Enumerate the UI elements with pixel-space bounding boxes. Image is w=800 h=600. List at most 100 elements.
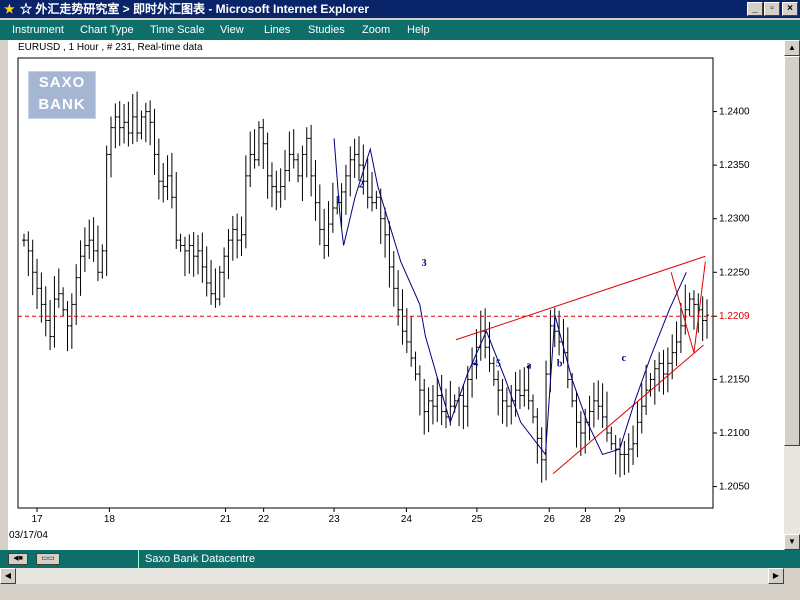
candlestick: [609, 426, 614, 451]
close-button[interactable]: ×: [782, 2, 798, 16]
candlestick: [209, 260, 214, 305]
candlestick: [152, 108, 157, 175]
candlestick: [404, 308, 409, 354]
candlestick: [113, 103, 118, 149]
candlestick: [256, 121, 261, 167]
candlestick: [639, 383, 644, 434]
scroll-thumb[interactable]: [784, 56, 800, 446]
trendline: [670, 272, 695, 353]
candlestick: [417, 365, 422, 416]
candlestick: [87, 219, 92, 259]
candlestick: [317, 184, 322, 246]
candlestick: [165, 155, 170, 201]
candlestick: [517, 369, 522, 409]
menu-view[interactable]: View: [220, 24, 244, 36]
y-tick-label: 1.2350: [719, 160, 750, 171]
candlestick: [178, 233, 183, 252]
menu-lines[interactable]: Lines: [264, 24, 290, 36]
candlestick: [117, 101, 122, 146]
y-tick-label: 1.2150: [719, 374, 750, 385]
x-tick-label: 23: [329, 514, 341, 525]
vertical-scrollbar[interactable]: ▲ ▼: [784, 40, 800, 550]
minimize-button[interactable]: _: [747, 2, 763, 16]
candlestick: [239, 216, 244, 256]
price-chart[interactable]: 1234 5 a b c1.24001.23501.23001.22501.22091.…: [8, 40, 784, 550]
scroll-right-button[interactable]: ▶: [768, 568, 784, 584]
candlestick: [48, 299, 53, 351]
chart-area[interactable]: EURUSD , 1 Hour , # 231, Real-time data …: [8, 40, 784, 550]
candlestick: [687, 292, 692, 317]
scroll-left-button[interactable]: ◀: [0, 568, 16, 584]
menu-chart-type[interactable]: Chart Type: [80, 24, 134, 36]
candlestick: [69, 293, 74, 349]
candlestick: [265, 132, 270, 199]
logo-line2: BANK: [38, 96, 86, 113]
candlestick: [39, 272, 44, 323]
candlestick: [283, 149, 288, 201]
status-nav-back-icon[interactable]: ◀■: [8, 553, 28, 565]
candlestick: [426, 387, 431, 433]
candlestick: [613, 434, 618, 475]
candlestick: [461, 384, 466, 430]
candlestick: [413, 351, 418, 381]
scroll-down-button[interactable]: ▼: [784, 534, 800, 550]
candlestick: [465, 365, 470, 427]
scroll-up-button[interactable]: ▲: [784, 40, 800, 56]
window-titlebar: ★ ☆ 外汇走势研究室 > 即时外汇图表 - Microsoft Interne…: [0, 0, 800, 18]
window-title: ☆ 外汇走势研究室 > 即时外汇图表 - Microsoft Internet …: [20, 2, 370, 16]
candlestick: [356, 136, 361, 181]
horizontal-scrollbar[interactable]: ◀ ▶: [0, 568, 784, 584]
maximize-button[interactable]: ▫: [764, 2, 780, 16]
menu-instrument[interactable]: Instrument: [12, 24, 64, 36]
candlestick: [478, 310, 483, 361]
candlestick: [409, 316, 414, 367]
wave-label: 2: [359, 180, 364, 191]
plot-frame: [17, 57, 714, 509]
menu-studies[interactable]: Studies: [308, 24, 345, 36]
candlestick: [35, 258, 40, 309]
candlestick: [504, 387, 509, 427]
candlestick: [104, 145, 109, 277]
saxo-bank-logo: SAXO BANK: [28, 71, 96, 119]
candlestick: [700, 296, 705, 342]
window-bottom-border: [0, 584, 800, 600]
candlestick: [143, 102, 148, 143]
candlestick: [587, 395, 592, 441]
wave-label: 3: [422, 258, 427, 269]
x-tick-label: 18: [104, 514, 116, 525]
candlestick: [100, 244, 105, 279]
candlestick: [156, 138, 161, 200]
candlestick: [326, 201, 331, 257]
candlestick: [26, 231, 31, 277]
wave-label: b: [557, 359, 563, 370]
x-tick-label: 26: [544, 514, 556, 525]
x-tick-label: 21: [220, 514, 232, 525]
candlestick: [522, 367, 527, 407]
candlestick: [300, 145, 305, 202]
candlestick: [665, 347, 670, 393]
candlestick: [470, 347, 475, 398]
candlestick: [705, 299, 710, 339]
candlestick: [191, 232, 196, 277]
candlestick: [274, 170, 279, 211]
menu-help[interactable]: Help: [407, 24, 430, 36]
candlestick: [130, 94, 135, 145]
candlestick: [387, 221, 392, 288]
status-nav-grid-icon[interactable]: ▭▭: [36, 553, 60, 565]
menu-time-scale[interactable]: Time Scale: [150, 24, 205, 36]
candlestick: [287, 131, 292, 182]
candlestick: [139, 110, 144, 140]
candlestick: [313, 160, 318, 221]
candlestick: [430, 385, 435, 425]
candlestick: [126, 101, 131, 147]
candlestick: [304, 127, 309, 178]
candlestick: [496, 370, 501, 416]
menu-zoom[interactable]: Zoom: [362, 24, 390, 36]
candlestick: [291, 129, 296, 169]
candlestick: [422, 379, 427, 435]
y-tick-label: 1.2209: [719, 311, 750, 322]
trendline: [455, 255, 706, 341]
candlestick: [269, 162, 274, 208]
y-tick-label: 1.2100: [719, 428, 750, 439]
candlestick: [213, 268, 218, 308]
